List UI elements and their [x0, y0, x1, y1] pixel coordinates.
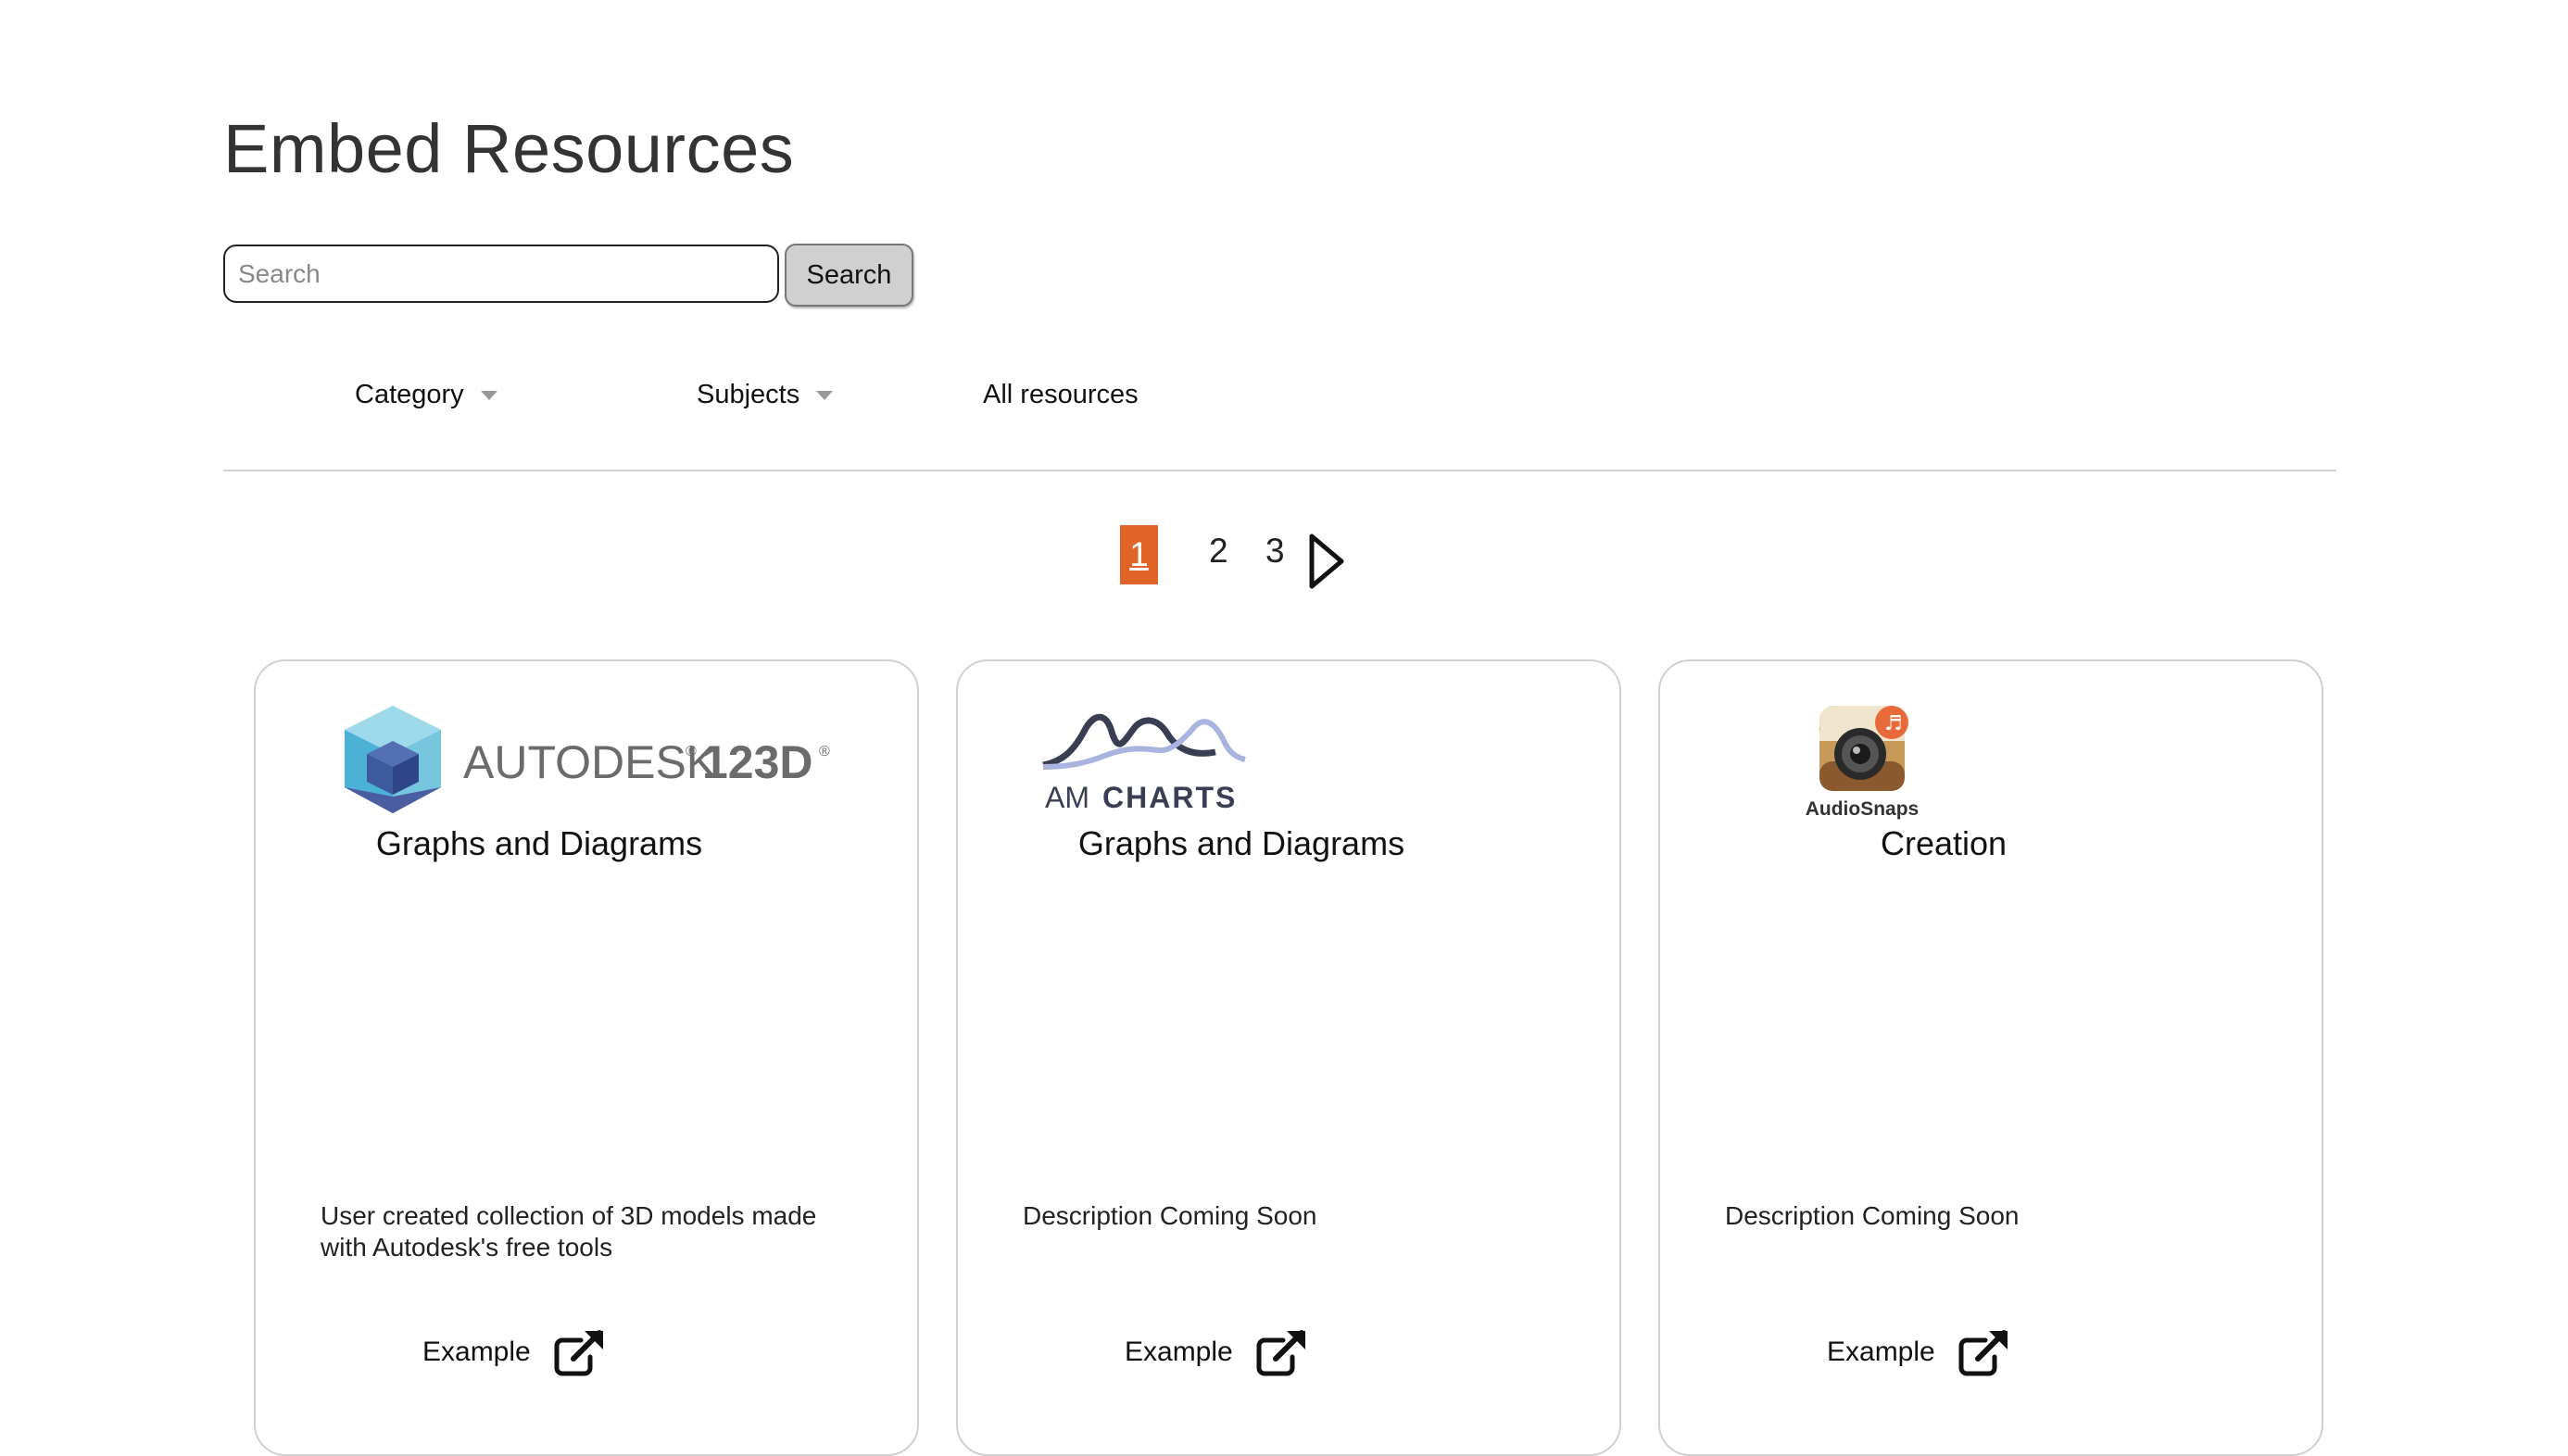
all-resources-label: All resources	[983, 380, 1139, 409]
svg-text:AUTODESK: AUTODESK	[463, 736, 717, 788]
example-link[interactable]: Example	[1125, 1327, 1309, 1377]
chevron-down-icon	[480, 390, 497, 400]
page-title: Embed Resources	[223, 110, 795, 187]
external-link-icon	[554, 1330, 603, 1376]
divider	[223, 470, 2336, 471]
category-dropdown[interactable]: Category	[355, 380, 497, 410]
example-label: Example	[1827, 1337, 1935, 1367]
page-1-current[interactable]: 1	[1120, 525, 1158, 584]
external-link-icon	[1958, 1330, 2008, 1376]
svg-text:123D: 123D	[702, 736, 813, 788]
card-category: Graphs and Diagrams	[1077, 824, 1405, 862]
example-label: Example	[422, 1337, 531, 1367]
external-link-icon	[1256, 1330, 1305, 1376]
card-description: Description Coming Soon	[1725, 1201, 2020, 1230]
autodesk-123d-logo: AUTODESK ® 123D ®	[345, 706, 830, 813]
subjects-dropdown[interactable]: Subjects	[697, 380, 834, 410]
search-button[interactable]: Search	[785, 244, 913, 307]
example-link[interactable]: Example	[1827, 1327, 2011, 1377]
subjects-dropdown-label: Subjects	[697, 380, 800, 409]
search-input[interactable]	[223, 245, 779, 303]
card-description: Description Coming Soon	[1023, 1201, 1317, 1230]
embed-resources-page: { "page": { "title": "Embed Resources" }…	[0, 0, 2568, 1456]
example-link[interactable]: Example	[422, 1327, 607, 1377]
card-category: Graphs and Diagrams	[375, 824, 703, 862]
all-resources-link[interactable]: All resources	[983, 380, 1139, 410]
svg-text:♬: ♬	[1884, 712, 1903, 735]
svg-text:AM: AM	[1045, 781, 1089, 814]
svg-text:®: ®	[686, 744, 697, 759]
audiosnaps-logo: ♬ AudioSnaps	[1806, 706, 1920, 820]
chevron-down-icon	[816, 390, 834, 400]
next-page-icon[interactable]	[1304, 531, 1347, 592]
page-3-link[interactable]: 3	[1265, 532, 1285, 571]
card-description: User created collection of 3D models mad…	[321, 1201, 817, 1261]
svg-text:AudioSnaps: AudioSnaps	[1806, 798, 1920, 820]
amcharts-logo: AM CHARTS	[1042, 713, 1246, 814]
category-dropdown-label: Category	[355, 380, 464, 409]
svg-text:CHARTS: CHARTS	[1102, 781, 1237, 814]
page-2-link[interactable]: 2	[1209, 532, 1228, 571]
example-label: Example	[1125, 1337, 1233, 1367]
svg-text:®: ®	[819, 744, 830, 759]
card-category: Creation	[1880, 824, 2008, 862]
